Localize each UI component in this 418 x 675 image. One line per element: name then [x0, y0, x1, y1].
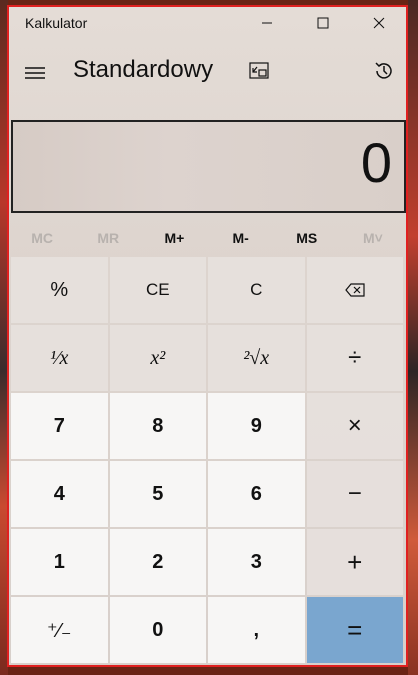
- keep-on-top-button[interactable]: [245, 57, 273, 85]
- hamburger-menu-icon: [25, 67, 45, 79]
- digit-9-label: 9: [250, 414, 262, 437]
- clear-entry-label: CE: [145, 280, 170, 299]
- digit-8-label: 8: [152, 414, 164, 437]
- maximize-button[interactable]: [295, 7, 351, 39]
- divide-button[interactable]: ÷: [306, 325, 403, 391]
- memory-subtract-button[interactable]: M-: [208, 221, 274, 255]
- clear-entry-button[interactable]: CE: [109, 257, 206, 323]
- square-root-button[interactable]: ²√x: [208, 325, 305, 391]
- digit-6-label: 6: [250, 482, 262, 505]
- window-title: Kalkulator: [25, 15, 88, 31]
- result-display: 0: [11, 120, 406, 213]
- minimize-button[interactable]: [239, 7, 295, 39]
- digit-5-label: 5: [152, 482, 164, 505]
- digit-7-button[interactable]: 7: [11, 393, 108, 459]
- square-label: x²: [150, 346, 166, 369]
- digit-0-button[interactable]: 0: [109, 597, 206, 663]
- decimal-separator-button[interactable]: ,: [208, 597, 305, 663]
- digit-6-button[interactable]: 6: [208, 461, 305, 527]
- display-value: 0: [360, 131, 392, 194]
- calculator-window: Kalkulator Standardowy 0 MC MR M+ M- MS …: [7, 5, 408, 667]
- maximize-icon: [317, 17, 329, 29]
- title-bar[interactable]: Kalkulator: [9, 7, 406, 39]
- backspace-icon: [344, 283, 365, 297]
- negate-button[interactable]: ⁺⁄₋: [11, 597, 108, 663]
- decimal-separator-label: ,: [253, 618, 260, 641]
- percent-button[interactable]: %: [11, 257, 108, 323]
- digit-2-label: 2: [152, 550, 164, 573]
- subtract-button[interactable]: −: [306, 461, 403, 527]
- memory-clear-button[interactable]: MC: [9, 221, 75, 255]
- digit-5-button[interactable]: 5: [109, 461, 206, 527]
- backspace-button[interactable]: [306, 257, 403, 323]
- percent-label: %: [50, 278, 69, 301]
- multiply-button[interactable]: ×: [306, 393, 403, 459]
- square-button[interactable]: x²: [109, 325, 206, 391]
- navigation-menu-button[interactable]: [21, 59, 49, 87]
- digit-7-label: 7: [53, 414, 65, 437]
- clear-label: C: [250, 280, 263, 299]
- close-button[interactable]: [351, 7, 406, 39]
- digit-1-button[interactable]: 1: [11, 529, 108, 595]
- memory-add-button[interactable]: M+: [141, 221, 207, 255]
- add-button[interactable]: +: [306, 529, 403, 595]
- history-icon: [375, 62, 392, 79]
- memory-toolbar: MC MR M+ M- MS M˅: [9, 221, 406, 255]
- reciprocal-button[interactable]: ¹⁄x: [11, 325, 108, 391]
- wallpaper-right: [408, 0, 418, 675]
- add-label: +: [347, 546, 363, 577]
- digit-0-label: 0: [152, 618, 164, 641]
- history-button[interactable]: [370, 57, 398, 85]
- square-root-label: ²√x: [243, 346, 270, 369]
- mode-title: Standardowy: [73, 56, 214, 83]
- close-icon: [373, 17, 385, 29]
- divide-label: ÷: [348, 344, 362, 371]
- subtract-label: −: [347, 480, 362, 507]
- digit-4-label: 4: [53, 482, 65, 505]
- keypad: % CE C ¹⁄x x² ²√x ÷ 7 8 9 × 4 5 6 − 1 2 …: [11, 257, 406, 663]
- keep-on-top-icon: [249, 62, 269, 79]
- digit-1-label: 1: [53, 550, 65, 573]
- digit-3-label: 3: [250, 550, 262, 573]
- memory-recall-button[interactable]: MR: [75, 221, 141, 255]
- reciprocal-label: ¹⁄x: [50, 346, 69, 369]
- clear-button[interactable]: C: [208, 257, 305, 323]
- equals-label: =: [347, 614, 363, 645]
- memory-list-button[interactable]: M˅: [340, 221, 406, 255]
- digit-9-button[interactable]: 9: [208, 393, 305, 459]
- digit-2-button[interactable]: 2: [109, 529, 206, 595]
- digit-4-button[interactable]: 4: [11, 461, 108, 527]
- equals-button[interactable]: =: [306, 597, 403, 663]
- minimize-icon: [262, 22, 272, 24]
- digit-8-button[interactable]: 8: [109, 393, 206, 459]
- multiply-label: ×: [347, 412, 362, 439]
- negate-label: ⁺⁄₋: [47, 619, 72, 642]
- memory-store-button[interactable]: MS: [274, 221, 340, 255]
- digit-3-button[interactable]: 3: [208, 529, 305, 595]
